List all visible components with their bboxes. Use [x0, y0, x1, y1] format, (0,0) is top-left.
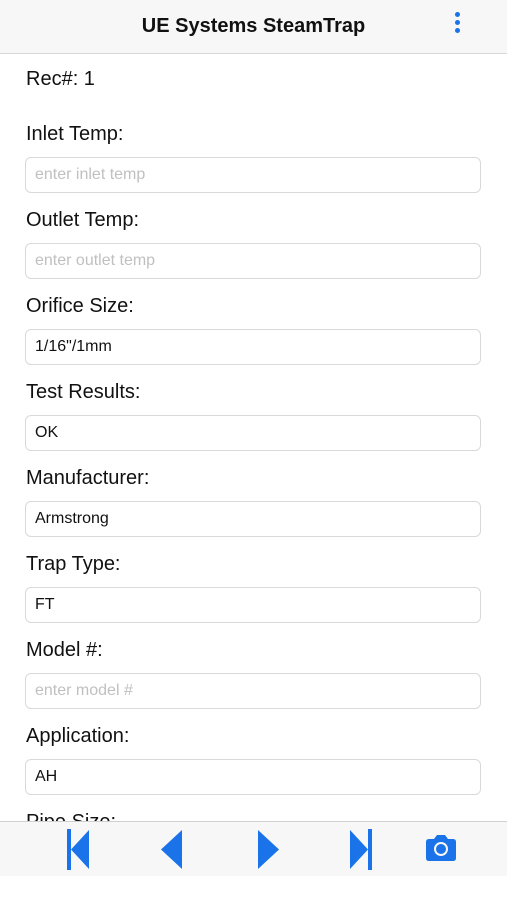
- test-results-label: Test Results:: [26, 381, 141, 403]
- outlet-temp-label: Outlet Temp:: [26, 209, 140, 231]
- bottom-safe-area: [0, 876, 507, 900]
- inlet-temp-label: Inlet Temp:: [26, 123, 124, 145]
- trap-type-label: Trap Type:: [26, 553, 121, 575]
- last-record-icon[interactable]: [346, 822, 376, 877]
- more-vertical-icon[interactable]: [451, 12, 463, 38]
- test-results-input[interactable]: [25, 415, 481, 451]
- camera-icon[interactable]: [423, 822, 459, 877]
- inlet-temp-input[interactable]: [25, 157, 481, 193]
- form-content[interactable]: Rec#: 1 Inlet Temp: Outlet Temp: Orifice…: [0, 55, 507, 821]
- manufacturer-input[interactable]: [25, 501, 481, 537]
- application-label: Application:: [26, 725, 130, 747]
- app-title: UE Systems SteamTrap: [141, 15, 366, 37]
- previous-record-icon[interactable]: [158, 822, 186, 877]
- model-number-input[interactable]: [25, 673, 481, 709]
- orifice-size-label: Orifice Size:: [26, 295, 134, 317]
- orifice-size-input[interactable]: [25, 329, 481, 365]
- model-number-label: Model #:: [26, 639, 103, 661]
- trap-type-input[interactable]: [25, 587, 481, 623]
- pipe-size-label: Pipe Size:: [26, 811, 116, 821]
- application-input[interactable]: [25, 759, 481, 795]
- manufacturer-label: Manufacturer:: [26, 467, 150, 489]
- first-record-icon[interactable]: [64, 822, 94, 877]
- next-record-icon[interactable]: [254, 822, 282, 877]
- outlet-temp-input[interactable]: [25, 243, 481, 279]
- navigation-bar: UE Systems SteamTrap: [0, 0, 507, 54]
- record-number: Rec#: 1: [26, 68, 95, 90]
- record-navigation-toolbar: [0, 821, 507, 876]
